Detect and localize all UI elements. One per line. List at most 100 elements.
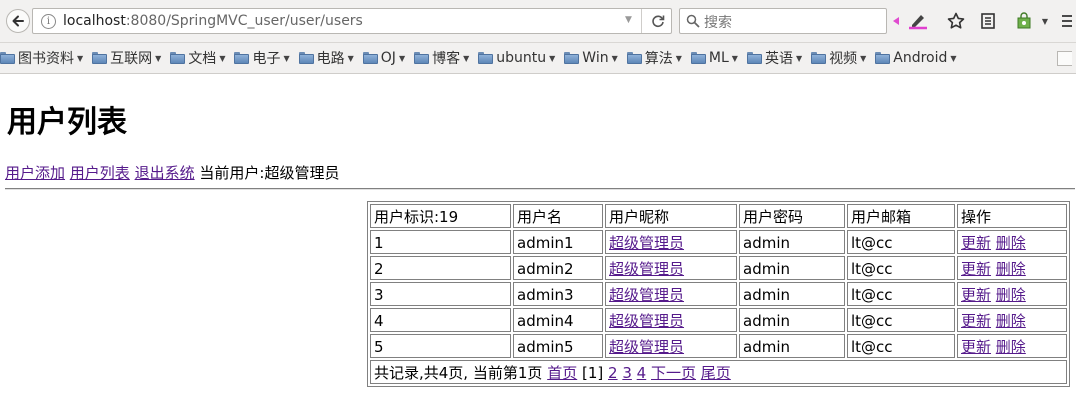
bookmark-folder[interactable]: 文档 ▼ [170, 48, 225, 68]
highlighter-button[interactable] [906, 10, 930, 32]
password-cell: admin [739, 230, 845, 254]
pointer-marker-icon [892, 10, 900, 32]
bookmark-folder[interactable]: 视频 ▼ [811, 48, 866, 68]
bookmark-folder[interactable]: 电路 ▼ [298, 48, 354, 68]
url-host: localhost [63, 13, 126, 29]
email-cell: lt@cc [847, 334, 955, 358]
highlighter-icon [909, 15, 927, 30]
star-icon [947, 12, 965, 29]
password-cell: admin [739, 282, 845, 306]
current-page: [1] [581, 364, 604, 382]
update-link[interactable]: 更新 [961, 338, 991, 356]
bookmarks-bar: 图书资料 ▼ 互联网 ▼ 文档 ▼ 电子 ▼ 电路 ▼ OJ ▼ 博客 ▼ ubuntu ▼ W… [0, 43, 1076, 74]
delete-link[interactable]: 删除 [996, 234, 1026, 252]
chevron-down-icon: ▼ [77, 53, 84, 63]
user-id-cell: 3 [370, 282, 511, 306]
update-link[interactable]: 更新 [961, 286, 991, 304]
update-link[interactable]: 更新 [961, 312, 991, 330]
info-icon[interactable]: i [41, 14, 56, 29]
chevron-down-icon: ▼ [950, 53, 957, 63]
page-link-3[interactable]: 3 [622, 364, 632, 382]
bookmark-folder[interactable]: ML ▼ [690, 50, 738, 66]
username-cell: admin1 [513, 230, 603, 254]
table-row: 3 admin3 超级管理员 admin lt@cc 更新 删除 [370, 282, 1067, 306]
back-arrow-icon [12, 15, 24, 27]
delete-link[interactable]: 删除 [996, 260, 1026, 278]
bookmark-star-button[interactable] [944, 10, 968, 32]
delete-link[interactable]: 删除 [996, 338, 1026, 356]
table-header-row: 用户标识:19 用户名 用户昵称 用户密码 用户邮箱 操作 [370, 204, 1067, 228]
reading-list-icon [981, 13, 995, 29]
extension-menu-arrow-icon[interactable]: ▼ [1040, 10, 1050, 32]
table-row: 4 admin4 超级管理员 admin lt@cc 更新 删除 [370, 308, 1067, 332]
table-row: 5 admin5 超级管理员 admin lt@cc 更新 删除 [370, 334, 1067, 358]
table-row: 2 admin2 超级管理员 admin lt@cc 更新 删除 [370, 256, 1067, 280]
folder-icon [170, 52, 186, 64]
user-detail-link[interactable]: 超级管理员 [609, 338, 684, 356]
delete-link[interactable]: 删除 [996, 312, 1026, 330]
email-cell: lt@cc [847, 308, 955, 332]
column-header: 用户名 [513, 204, 603, 228]
bookmark-folder[interactable]: Android ▼ [875, 50, 957, 66]
bookmark-folder[interactable]: 算法 ▼ [626, 48, 682, 68]
bookmarks-overflow-button[interactable] [1057, 51, 1072, 66]
chevron-down-icon: ▼ [463, 53, 470, 63]
folder-icon [92, 52, 108, 64]
update-link[interactable]: 更新 [961, 234, 991, 252]
bookmark-label: 电路 [316, 51, 345, 67]
page-nav: 用户添加 用户列表 退出系统 当前用户:超级管理员 [5, 162, 339, 183]
next-page-link[interactable]: 下一页 [651, 364, 696, 382]
bookmark-label: Win [582, 50, 609, 66]
user-list-link[interactable]: 用户列表 [70, 164, 130, 182]
user-id-cell: 1 [370, 230, 511, 254]
bookmark-folder[interactable]: Win ▼ [564, 50, 618, 66]
bookmark-folder[interactable]: ubuntu ▼ [478, 50, 555, 66]
user-detail-link[interactable]: 超级管理员 [609, 260, 684, 278]
page-title: 用户列表 [7, 105, 127, 140]
bookmark-folder[interactable]: 互联网 ▼ [92, 48, 161, 68]
user-detail-link[interactable]: 超级管理员 [609, 234, 684, 252]
reading-list-button[interactable] [976, 10, 1000, 32]
nickname-cell: 超级管理员 [605, 334, 737, 358]
back-button[interactable] [6, 9, 30, 33]
folder-icon [234, 52, 250, 64]
bookmark-folder[interactable]: 图书资料 ▼ [0, 48, 83, 68]
pagination-summary: 共记录,共4页, 当前第1页 [374, 364, 543, 382]
logout-link[interactable]: 退出系统 [135, 164, 195, 182]
user-detail-link[interactable]: 超级管理员 [609, 286, 684, 304]
bookmark-folder[interactable]: 电子 ▼ [234, 48, 290, 68]
actions-cell: 更新 删除 [957, 230, 1067, 254]
last-page-link[interactable]: 尾页 [701, 364, 731, 382]
password-cell: admin [739, 308, 845, 332]
address-bar[interactable]: i localhost:8080/SpringMVC_user/user/use… [32, 8, 672, 34]
overflow-menu-button[interactable] [1060, 10, 1072, 32]
user-add-link[interactable]: 用户添加 [5, 164, 65, 182]
bookmark-label: 算法 [644, 51, 673, 67]
current-user-label: 当前用户:超级管理员 [199, 164, 340, 182]
column-header: 用户邮箱 [847, 204, 955, 228]
folder-icon [564, 52, 580, 64]
user-detail-link[interactable]: 超级管理员 [609, 312, 684, 330]
chevron-down-icon: ▼ [731, 53, 738, 63]
bookmark-folder[interactable]: 英语 ▼ [746, 48, 802, 68]
bookmark-label: 博客 [432, 51, 461, 67]
page-link-4[interactable]: 4 [637, 364, 647, 382]
first-page-link[interactable]: 首页 [547, 364, 577, 382]
delete-link[interactable]: 删除 [996, 286, 1026, 304]
column-header: 操作 [957, 204, 1067, 228]
chevron-down-icon: ▼ [611, 53, 618, 63]
search-bar[interactable]: 搜索 [679, 8, 887, 34]
reload-button[interactable] [641, 9, 673, 33]
reload-icon [651, 15, 664, 28]
folder-icon [414, 52, 430, 64]
extension-button[interactable] [1012, 10, 1036, 32]
bookmark-folder[interactable]: 博客 ▼ [414, 48, 469, 68]
url-text[interactable]: localhost:8080/SpringMVC_user/user/users [63, 13, 363, 29]
user-table: 用户标识:19 用户名 用户昵称 用户密码 用户邮箱 操作 1 admin1 超… [367, 201, 1070, 387]
bookmark-label: 互联网 [110, 51, 153, 67]
update-link[interactable]: 更新 [961, 260, 991, 278]
bookmark-folder[interactable]: OJ ▼ [362, 50, 405, 66]
page-link-2[interactable]: 2 [608, 364, 618, 382]
url-dropdown-icon[interactable]: ▼ [625, 15, 632, 25]
password-cell: admin [739, 256, 845, 280]
